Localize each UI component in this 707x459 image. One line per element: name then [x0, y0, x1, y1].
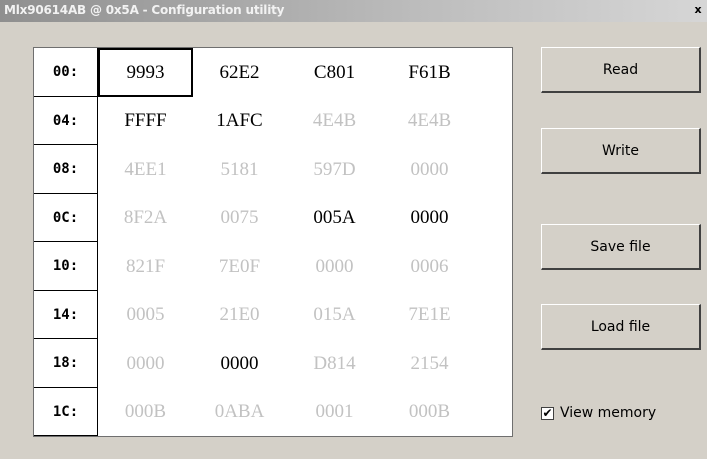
load-file-button[interactable]: Load file	[541, 304, 701, 350]
address-label: 0C:	[34, 194, 98, 242]
memory-cell[interactable]: 0000	[382, 194, 477, 242]
memory-cell[interactable]: 000B	[98, 388, 193, 436]
memory-cell[interactable]: 0000	[98, 339, 193, 388]
memory-cell[interactable]: 62E2	[192, 48, 287, 97]
memory-cell[interactable]: 9993	[98, 48, 193, 97]
write-button[interactable]: Write	[541, 128, 701, 174]
window-title: Mlx90614AB @ 0x5A - Configuration utilit…	[4, 3, 285, 17]
address-label: 08:	[34, 145, 98, 194]
memory-cell[interactable]: 597D	[287, 145, 382, 194]
memory-cell[interactable]: 005A	[287, 194, 382, 242]
memory-cell[interactable]: 2154	[382, 339, 477, 388]
memory-cell[interactable]: 821F	[98, 242, 193, 291]
memory-cell[interactable]: 0ABA	[192, 388, 287, 436]
view-memory-checkbox[interactable]: ✔	[541, 406, 554, 420]
title-bar[interactable]: Mlx90614AB @ 0x5A - Configuration utilit…	[0, 0, 707, 22]
address-label: 00:	[34, 48, 98, 97]
memory-cell[interactable]: C801	[287, 48, 382, 97]
memory-cell[interactable]: 7E0F	[192, 242, 287, 291]
close-button[interactable]: x	[691, 3, 705, 17]
memory-cell[interactable]: 4EE1	[98, 145, 193, 194]
memory-cell[interactable]: 4E4B	[382, 97, 477, 145]
memory-cell[interactable]: 0001	[287, 388, 382, 436]
memory-cell[interactable]: 000B	[382, 388, 477, 436]
memory-grid: 00: 9993 62E2 C801 F61B 04: FFFF 1AFC 4E4B 4E4B 08…	[33, 47, 513, 437]
address-label: 10:	[34, 242, 98, 291]
memory-cell[interactable]: 0006	[382, 242, 477, 291]
memory-cell[interactable]: D814	[287, 339, 382, 388]
memory-cell[interactable]: FFFF	[98, 97, 193, 145]
save-file-button[interactable]: Save file	[541, 224, 701, 270]
address-label: 04:	[34, 97, 98, 145]
memory-cell[interactable]: 0075	[192, 194, 287, 242]
view-memory-option[interactable]: ✔ View memory	[541, 403, 656, 423]
address-label: 1C:	[34, 388, 98, 436]
view-memory-label: View memory	[560, 405, 657, 421]
memory-cell[interactable]: 0005	[98, 291, 193, 339]
memory-cell[interactable]: 015A	[287, 291, 382, 339]
address-label: 18:	[34, 339, 98, 388]
memory-cell[interactable]: 1AFC	[192, 97, 287, 145]
memory-cell[interactable]: F61B	[382, 48, 477, 97]
memory-cell[interactable]: 0000	[382, 145, 477, 194]
address-label: 14:	[34, 291, 98, 339]
memory-cell[interactable]: 0000	[192, 339, 287, 388]
memory-cell[interactable]: 8F2A	[98, 194, 193, 242]
memory-cell[interactable]: 5181	[192, 145, 287, 194]
read-button[interactable]: Read	[541, 47, 701, 93]
memory-cell[interactable]: 7E1E	[382, 291, 477, 339]
memory-cell[interactable]: 4E4B	[287, 97, 382, 145]
memory-cell[interactable]: 21E0	[192, 291, 287, 339]
memory-cell[interactable]: 0000	[287, 242, 382, 291]
